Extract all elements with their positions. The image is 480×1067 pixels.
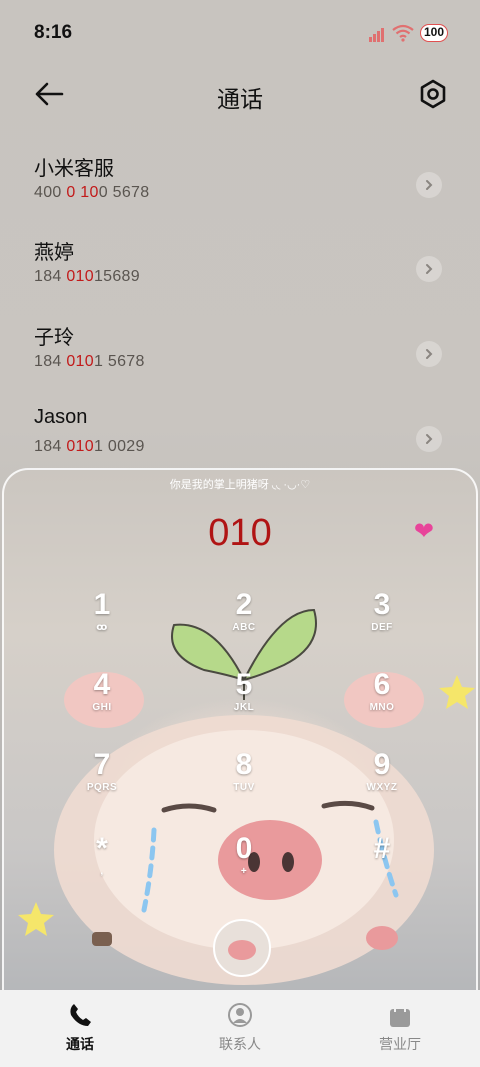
phone-icon — [70, 1004, 91, 1026]
dial-key-star[interactable]: *, — [57, 832, 147, 902]
chevron-right-icon[interactable] — [416, 172, 442, 198]
chevron-right-icon[interactable] — [416, 426, 442, 452]
dial-key-2[interactable]: 2 ABC — [199, 588, 289, 658]
contact-number: 400 0 100 5678 — [34, 184, 150, 201]
nav-label: 通话 — [66, 1036, 94, 1052]
contact-number: 184 0101 5678 — [34, 353, 145, 370]
person-icon — [228, 1003, 252, 1027]
nav-label: 联系人 — [219, 1036, 261, 1052]
status-time: 8:16 — [34, 22, 73, 43]
dial-key-3[interactable]: 3 DEF — [337, 588, 427, 658]
contact-row[interactable]: 燕婷 184 01015689 — [0, 236, 480, 314]
chevron-right-icon[interactable] — [416, 256, 442, 282]
wifi-icon — [392, 24, 414, 42]
gear-icon[interactable] — [418, 78, 448, 110]
dial-key-1[interactable]: 1ꝏ — [57, 588, 147, 658]
dialer-panel: 你是我的掌上明猪呀 ◟◟ ·◡·♡ 010 ❤ 1ꝏ 2 ABC 3 DEF 4 GH… — [2, 468, 478, 1010]
chevron-right-icon[interactable] — [416, 341, 442, 367]
contact-name: 小米客服 — [34, 158, 114, 180]
page-title: 通话 — [217, 86, 263, 112]
contact-name: 燕婷 — [34, 242, 74, 264]
dial-key-5[interactable]: 5 JKL — [199, 668, 289, 738]
dialer-motto: 你是我的掌上明猪呀 ◟◟ ·◡·♡ — [169, 479, 311, 491]
dial-key-hash[interactable]: # — [337, 832, 427, 902]
bag-icon — [390, 1003, 410, 1027]
contact-number: 184 0101 0029 — [34, 438, 145, 455]
nav-item-calls[interactable]: 通话 — [0, 990, 160, 1067]
contact-number: 184 01015689 — [34, 268, 140, 285]
contact-row[interactable]: 小米客服 400 0 100 5678 — [0, 152, 480, 230]
heart-icon[interactable]: ❤ — [414, 520, 434, 544]
battery-indicator: 100 — [420, 24, 448, 42]
dial-key-7[interactable]: 7 PQRS — [57, 748, 147, 818]
dial-key-4[interactable]: 4 GHI — [57, 668, 147, 738]
dial-key-9[interactable]: 9 WXYZ — [337, 748, 427, 818]
contact-row[interactable]: 子玲 184 0101 5678 — [0, 321, 480, 399]
nav-item-contacts[interactable]: 联系人 — [160, 990, 320, 1067]
contact-name: Jason — [34, 406, 88, 428]
dial-key-6[interactable]: 6 MNO — [337, 668, 427, 738]
nav-label: 营业厅 — [379, 1036, 421, 1052]
call-button[interactable] — [212, 918, 272, 978]
bottom-nav: 通话 联系人 营业厅 — [0, 990, 480, 1067]
contact-name: 子玲 — [34, 327, 74, 349]
dial-key-0[interactable]: 0 + — [199, 832, 289, 902]
dial-key-8[interactable]: 8 TUV — [199, 748, 289, 818]
nav-item-store[interactable]: 营业厅 — [320, 990, 480, 1067]
status-bar: 8:16 100 — [0, 0, 480, 66]
signal-icon — [369, 28, 384, 42]
dialed-number[interactable]: 010 — [4, 512, 476, 555]
